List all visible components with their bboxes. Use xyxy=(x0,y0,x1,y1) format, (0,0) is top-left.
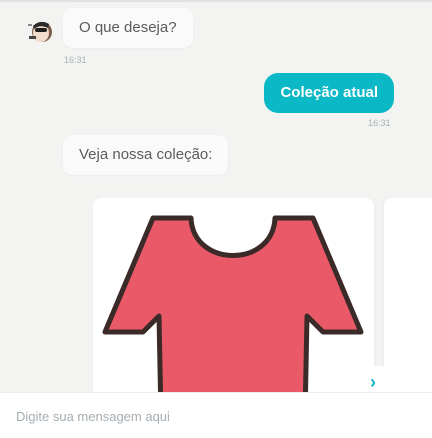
message-composer xyxy=(0,393,432,438)
bot-avatar-icon xyxy=(28,21,52,42)
user-message: Coleção atual xyxy=(264,73,394,113)
message-timestamp: 16:31 xyxy=(368,118,391,128)
product-carousel xyxy=(93,198,432,394)
product-card[interactable] xyxy=(93,198,374,394)
carousel-next-button[interactable]: › xyxy=(352,366,394,396)
tshirt-image xyxy=(102,215,364,394)
top-divider xyxy=(0,0,432,2)
message-input[interactable] xyxy=(16,403,416,429)
bot-message: O que deseja? xyxy=(63,8,193,48)
bot-message: Veja nossa coleção: xyxy=(63,135,229,175)
message-timestamp: 16:31 xyxy=(64,55,87,65)
chevron-right-icon: › xyxy=(370,372,376,392)
bot-avatar xyxy=(26,16,56,46)
product-card[interactable] xyxy=(384,198,432,394)
